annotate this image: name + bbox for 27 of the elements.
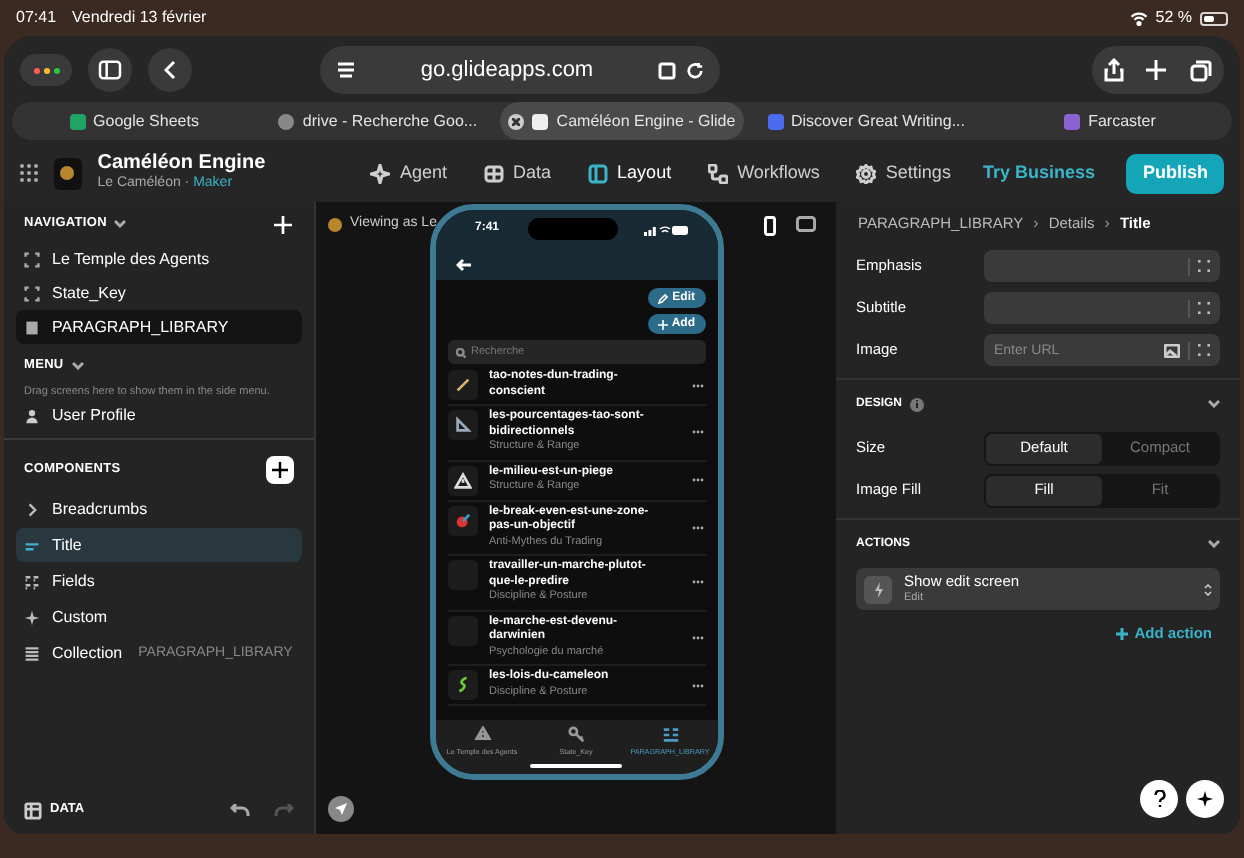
browser-tab[interactable]: Farcaster	[988, 102, 1232, 140]
status-date: Vendredi 13 février	[72, 6, 207, 30]
breadcrumb-separator: ›	[1033, 212, 1039, 236]
nav-tab[interactable]: Agent	[370, 159, 448, 187]
nav-tab[interactable]: Workflows	[707, 159, 820, 187]
component-item[interactable]: Custom	[16, 600, 302, 635]
battery-percent: 52 %	[1155, 6, 1192, 30]
app-name: Caméléon Engine	[97, 151, 268, 175]
navigation-item[interactable]: PARAGRAPH_LIBRARY	[16, 310, 302, 344]
nav-tab[interactable]: Settings	[855, 159, 951, 187]
component-item[interactable]: Title	[16, 528, 302, 563]
nav-tab[interactable]: Data	[483, 159, 552, 187]
browser-tab[interactable]: Caméléon Engine - Glide	[500, 102, 744, 140]
component-item[interactable]: Breadcrumbs	[16, 492, 302, 527]
nav-tab[interactable]: Layout	[587, 159, 672, 187]
try-business-link[interactable]: Try Business	[982, 159, 1095, 187]
navigation-item[interactable]: Le Temple des Agents	[16, 242, 302, 276]
browser-tab[interactable]: drive - Recherche Goo...	[256, 102, 500, 140]
navigation-item[interactable]: State_Key	[16, 276, 302, 310]
breadcrumb-separator: ›	[1104, 212, 1110, 236]
browser-tab[interactable]: Discover Great Writing...	[744, 102, 988, 140]
menu-item[interactable]: User Profile	[4, 400, 314, 433]
address-bar[interactable]: go.glideapps.com	[320, 46, 720, 94]
url-text: go.glideapps.com	[418, 55, 596, 86]
clock-time: 07:41	[16, 6, 57, 30]
component-item[interactable]: Fields	[16, 564, 302, 599]
browser-tab[interactable]: Google Sheets	[12, 102, 256, 140]
